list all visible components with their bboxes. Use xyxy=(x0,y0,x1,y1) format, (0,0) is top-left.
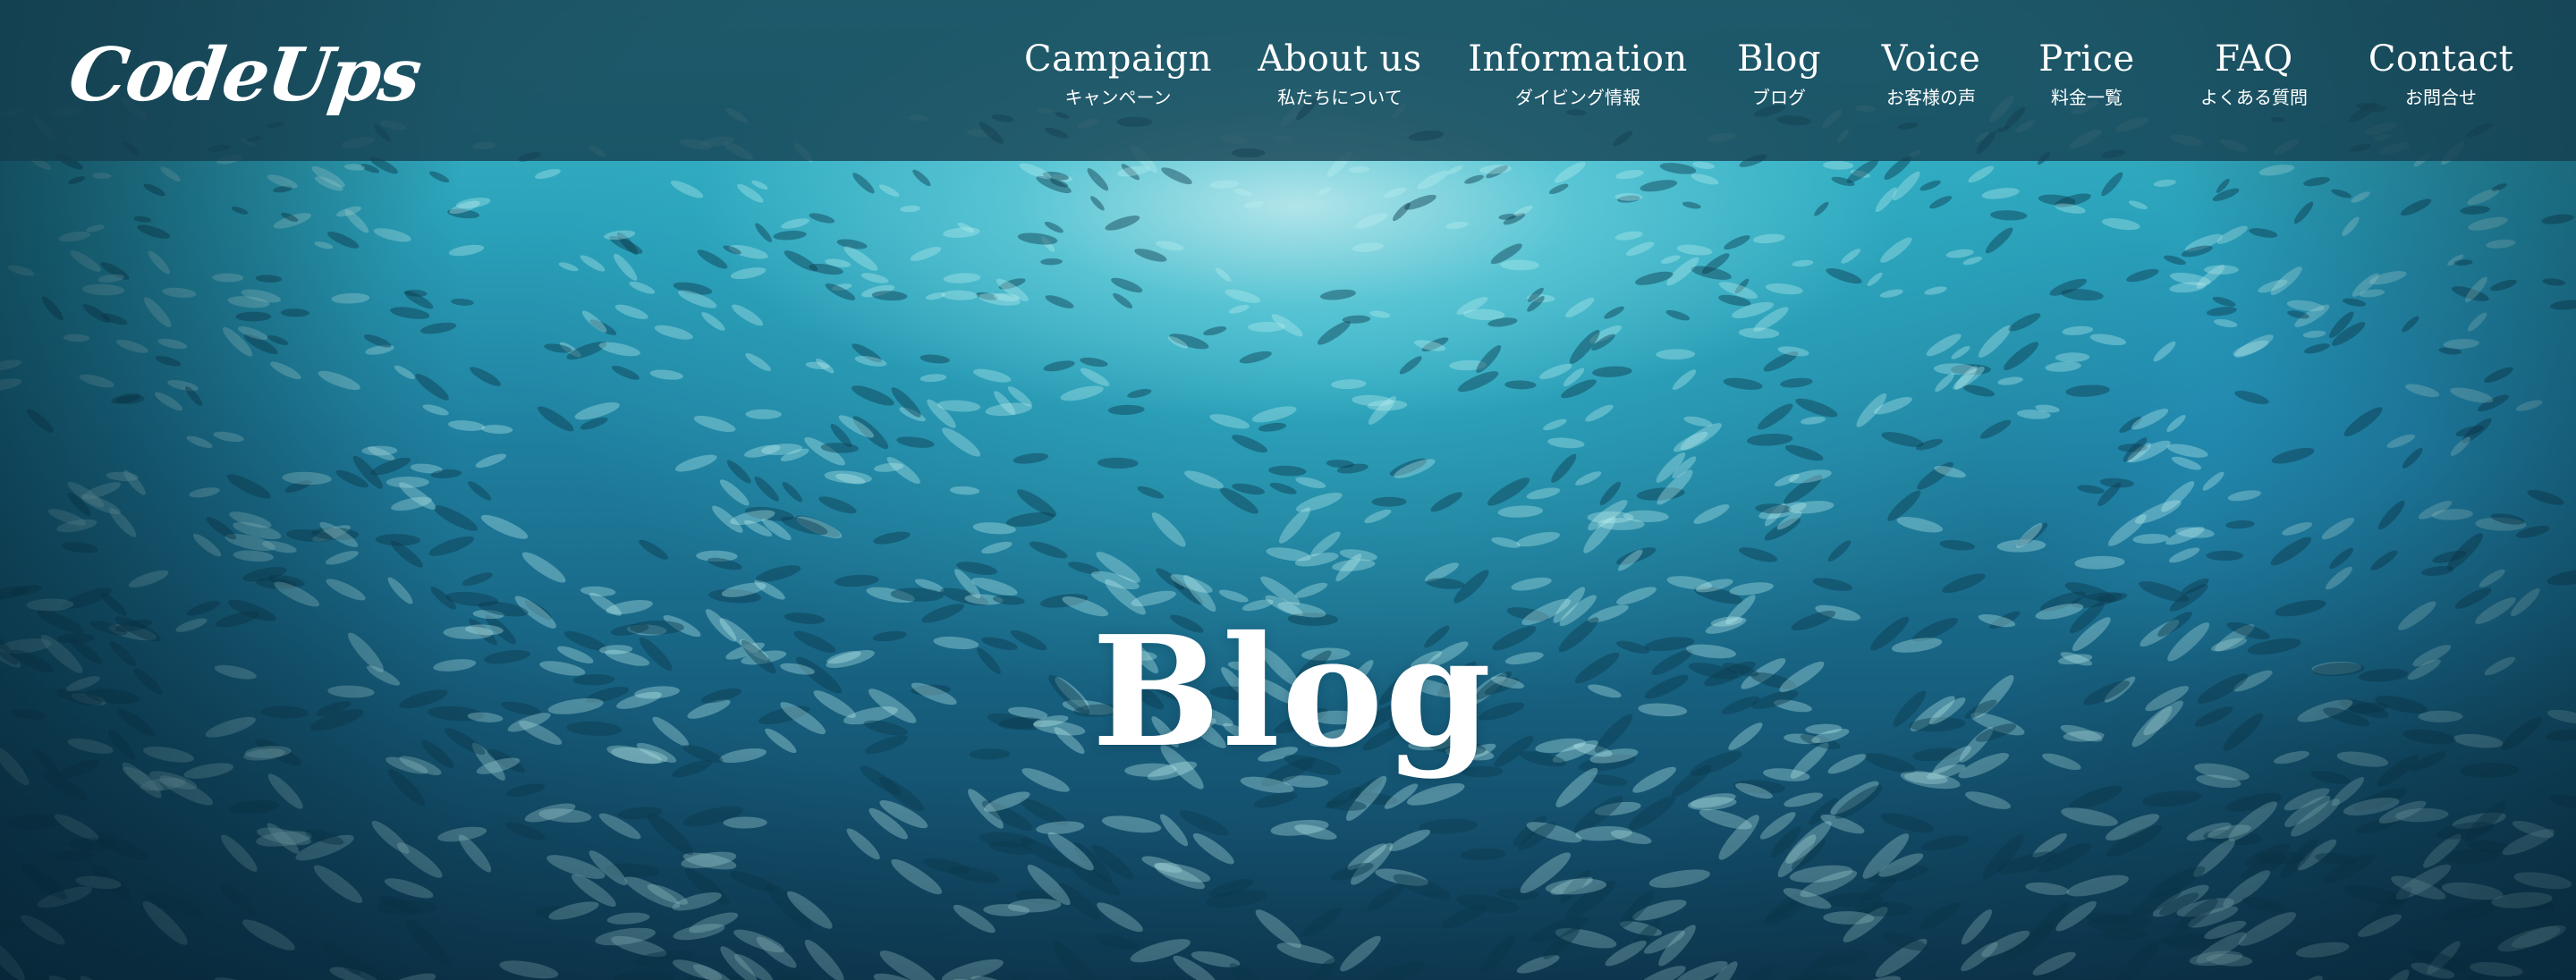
nav-label-en: Information xyxy=(1468,38,1688,80)
nav-label-ja: キャンペーン xyxy=(1064,87,1172,108)
nav-label-en: About us xyxy=(1258,38,1422,80)
nav-item-blog[interactable]: Blog ブログ xyxy=(1737,36,1821,111)
nav-label-ja: 私たちについて xyxy=(1277,87,1402,108)
nav-item-price[interactable]: Price 料金一覧 xyxy=(2038,36,2134,111)
nav-item-faq[interactable]: FAQ よくある質問 xyxy=(2200,36,2308,111)
nav-label-en: Voice xyxy=(1881,38,1981,80)
nav-item-contact[interactable]: Contact お問合せ xyxy=(2368,36,2513,111)
nav-item-voice[interactable]: Voice お客様の声 xyxy=(1882,36,1981,111)
site-header: CodeUps Campaign キャンペーン About us 私たちについて… xyxy=(0,0,2576,161)
nav-item-campaign[interactable]: Campaign キャンペーン xyxy=(1024,36,1212,111)
nav-label-ja: 料金一覧 xyxy=(2051,87,2123,108)
nav-label-ja: ブログ xyxy=(1752,87,1806,108)
nav-label-en: Price xyxy=(2038,38,2135,80)
nav-label-en: FAQ xyxy=(2215,38,2293,80)
nav-item-about-us[interactable]: About us 私たちについて xyxy=(1258,36,1421,111)
nav-label-ja: お客様の声 xyxy=(1885,87,1976,108)
page-title: Blog xyxy=(1091,602,1494,781)
nav-label-ja: ダイビング情報 xyxy=(1515,87,1640,108)
nav-label-en: Campaign xyxy=(1024,38,1212,80)
nav-label-en: Blog xyxy=(1737,38,1821,80)
site-logo[interactable]: CodeUps xyxy=(64,30,426,120)
nav-item-information[interactable]: Information ダイビング情報 xyxy=(1468,36,1688,111)
page: CodeUps Campaign キャンペーン About us 私たちについて… xyxy=(0,0,2576,980)
nav-label-ja: お問合せ xyxy=(2404,87,2477,108)
nav-label-en: Contact xyxy=(2368,38,2514,80)
nav-label-ja: よくある質問 xyxy=(2200,87,2308,108)
